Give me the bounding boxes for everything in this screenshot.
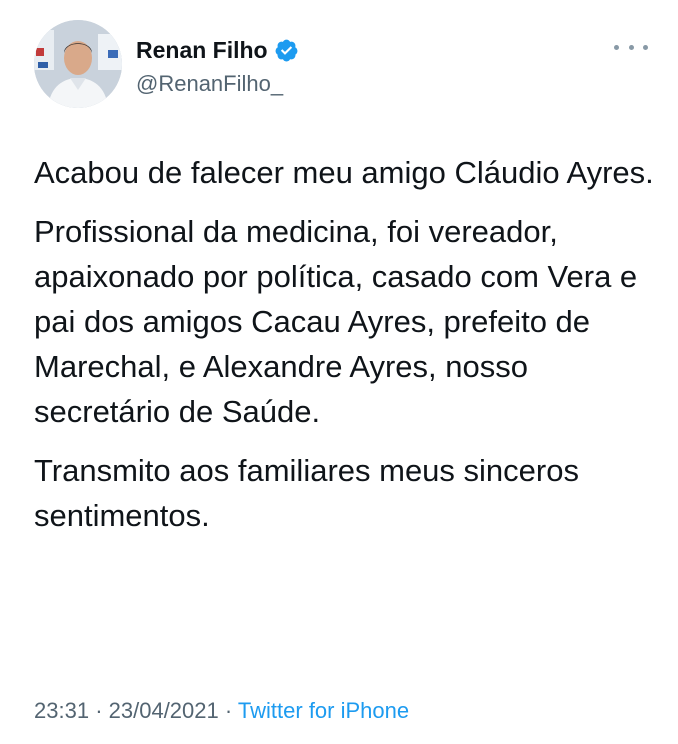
tweet-source-link[interactable]: Twitter for iPhone [238,698,409,723]
meta-separator: · [224,698,233,723]
tweet-metadata: 23:31 · 23/04/2021 · Twitter for iPhone [34,698,409,724]
tweet-text: Acabou de falecer meu amigo Cláudio Ayre… [34,150,654,552]
more-dot [614,44,619,50]
tweet-paragraph: Profissional da medicina, foi vereador, … [34,214,638,429]
more-dot [628,44,634,50]
tweet-paragraph: Acabou de falecer meu amigo Cláudio Ayre… [34,155,654,190]
author-handle[interactable]: @RenanFilho_ [136,71,283,97]
author-name-row: Renan Filho [136,36,299,64]
profile-photo [34,20,122,108]
author-display-name[interactable]: Renan Filho [136,37,268,64]
more-dot [643,44,648,50]
tweet-date[interactable]: 23/04/2021 [109,698,219,723]
tweet-paragraph: Transmito aos familiares meus sinceros s… [34,453,579,533]
meta-separator: · [95,698,103,723]
tweet-card: Renan Filho @RenanFilho_ Acabou de falec… [0,0,678,744]
verified-badge-icon [274,38,299,63]
more-horizontal-icon[interactable] [614,36,648,58]
tweet-time[interactable]: 23:31 [34,698,89,723]
avatar[interactable] [34,20,122,108]
